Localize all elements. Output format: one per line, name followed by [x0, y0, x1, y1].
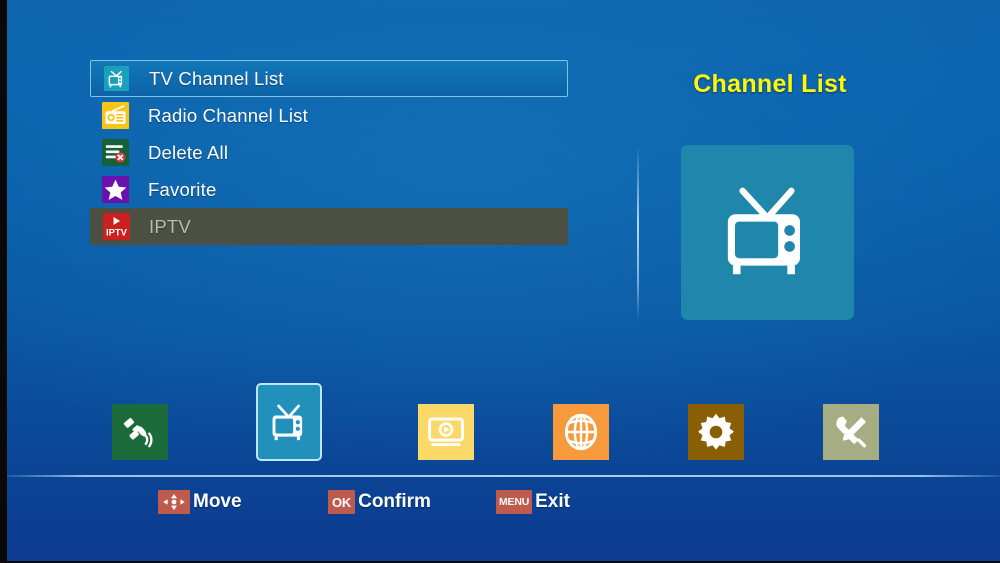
tv-icon [264, 397, 314, 447]
star-icon [102, 176, 129, 203]
menu-item-radio-channel-list[interactable]: Radio Channel List [90, 97, 568, 134]
radio-icon [102, 102, 129, 129]
icon-bar-item-network[interactable] [553, 404, 609, 460]
icon-bar-item-tools[interactable] [823, 404, 879, 460]
icon-bar-item-settings[interactable] [688, 404, 744, 460]
tv-icon [103, 65, 130, 92]
hint-exit: MENU Exit [496, 488, 570, 516]
menu-item-tv-channel-list[interactable]: TV Channel List [90, 60, 568, 97]
footer-separator [7, 475, 1000, 477]
menu-item-label: TV Channel List [149, 67, 284, 89]
menu-item-label: Delete All [148, 141, 229, 163]
left-border [0, 0, 7, 563]
tv-icon-large [707, 169, 829, 296]
icon-bar-item-installation[interactable] [112, 404, 168, 460]
hint-label: Exit [535, 491, 570, 512]
svg-text:IPTV: IPTV [106, 228, 128, 239]
icon-bar-item-media[interactable] [418, 404, 474, 460]
menu-item-label: IPTV [149, 215, 191, 237]
menu-item-favorite[interactable]: Favorite [90, 171, 568, 208]
key-hint-bar: Move OK Confirm MENU Exit [0, 488, 1000, 522]
satellite-icon [119, 411, 161, 453]
menu-item-iptv[interactable]: IPTV IPTV [90, 208, 568, 245]
tv-settings-screen: TV Channel List Radio Channel List Delet… [0, 0, 1000, 563]
icon-bar-item-channel[interactable] [256, 383, 322, 461]
channel-menu-list: TV Channel List Radio Channel List Delet… [90, 60, 568, 245]
hint-move: Move [158, 488, 242, 516]
vertical-divider [637, 146, 639, 320]
hint-label: Move [193, 491, 242, 512]
menu-item-label: Favorite [148, 178, 217, 200]
menu-key-icon: MENU [496, 490, 533, 514]
gear-icon [695, 411, 737, 453]
hint-label: Confirm [358, 491, 431, 512]
media-play-icon [425, 411, 467, 453]
dpad-icon [158, 490, 190, 514]
panel-tv-icon-tile [681, 145, 854, 320]
globe-icon [560, 411, 602, 453]
main-menu-icon-bar [112, 383, 887, 468]
delete-all-icon [102, 139, 129, 166]
menu-item-label: Radio Channel List [148, 104, 308, 126]
iptv-icon: IPTV [103, 213, 130, 240]
page-title: Channel List [693, 70, 847, 98]
menu-item-delete-all[interactable]: Delete All [90, 134, 568, 171]
tools-icon [830, 411, 872, 453]
hint-confirm: OK Confirm [328, 488, 431, 516]
ok-key-icon: OK [328, 490, 356, 514]
